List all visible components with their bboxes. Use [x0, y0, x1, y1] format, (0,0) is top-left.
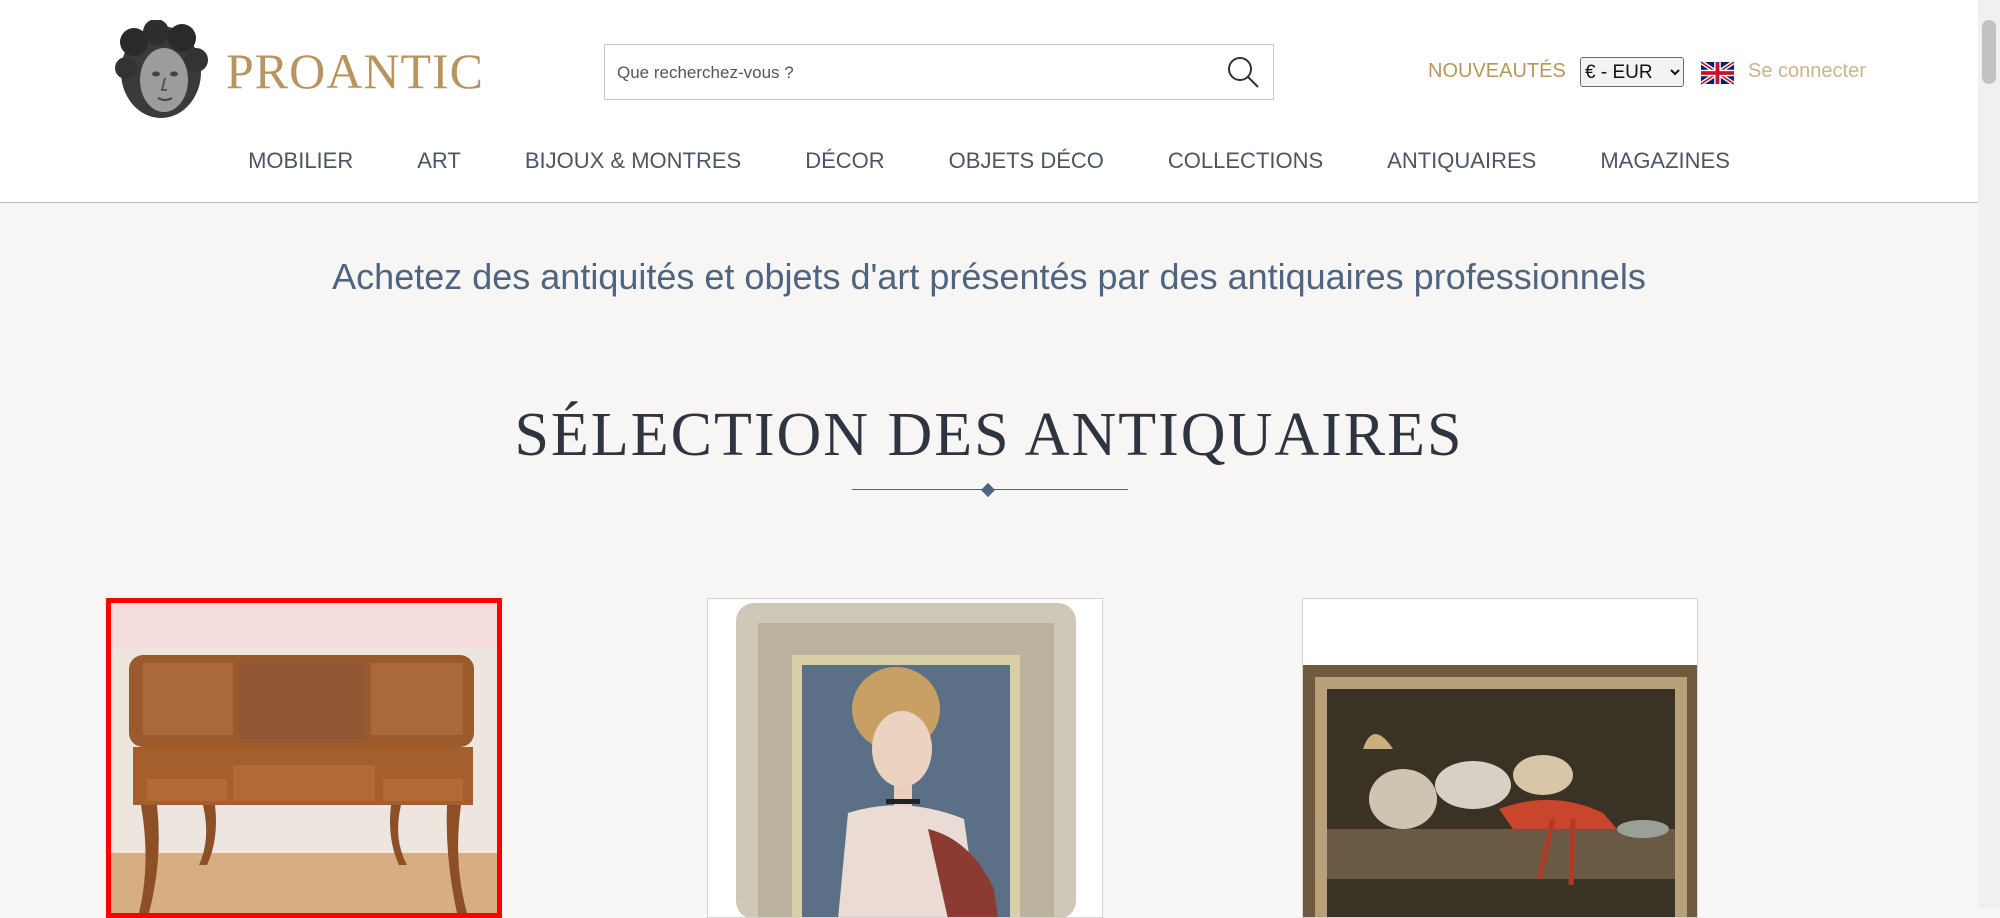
login-link[interactable]: Se connecter: [1748, 60, 1866, 83]
nav-item-magazines[interactable]: MAGAZINES: [1568, 148, 1762, 178]
main-nav: MOBILIER ART BIJOUX & MONTRES DÉCOR OBJE…: [0, 148, 1978, 178]
uk-flag-icon[interactable]: [1701, 61, 1734, 85]
portrait-painting-image: [708, 599, 1102, 917]
scrollbar-thumb[interactable]: [1982, 20, 1996, 84]
logo[interactable]: PROANTIC: [112, 20, 484, 122]
nav-item-decor[interactable]: DÉCOR: [773, 148, 916, 178]
logo-text: PROANTIC: [226, 43, 485, 99]
nav-item-mobilier[interactable]: MOBILIER: [216, 148, 385, 178]
nav-item-collections[interactable]: COLLECTIONS: [1136, 148, 1355, 178]
new-arrivals-link[interactable]: NOUVEAUTÉS: [1428, 60, 1566, 83]
dressing-table-image: [111, 603, 497, 913]
section-title: SÉLECTION DES ANTIQUAIRES: [514, 401, 1464, 469]
currency-select[interactable]: € - EUR: [1580, 57, 1684, 87]
site-header: PROANTIC NOUVEAUTÉS € - EUR Se connecter…: [0, 0, 1978, 203]
search-input[interactable]: [615, 45, 1209, 101]
nav-item-objets-deco[interactable]: OBJETS DÉCO: [917, 148, 1136, 178]
search-icon[interactable]: [1225, 54, 1261, 90]
page-scrollbar[interactable]: [1978, 0, 2000, 908]
product-card-portrait-painting[interactable]: [707, 598, 1103, 918]
search-box: [604, 44, 1274, 101]
nav-item-antiquaires[interactable]: ANTIQUAIRES: [1355, 148, 1568, 178]
nav-item-bijoux-montres[interactable]: BIJOUX & MONTRES: [493, 148, 773, 178]
logo-mark: [115, 20, 208, 118]
nav-item-art[interactable]: ART: [385, 148, 493, 178]
title-divider-diamond: [980, 482, 996, 498]
product-card-dressing-table[interactable]: [106, 598, 502, 918]
tagline: Achetez des antiquités et objets d'art p…: [332, 256, 1646, 297]
product-card-still-life-painting[interactable]: [1302, 598, 1698, 918]
still-life-painting-image: [1303, 599, 1697, 917]
